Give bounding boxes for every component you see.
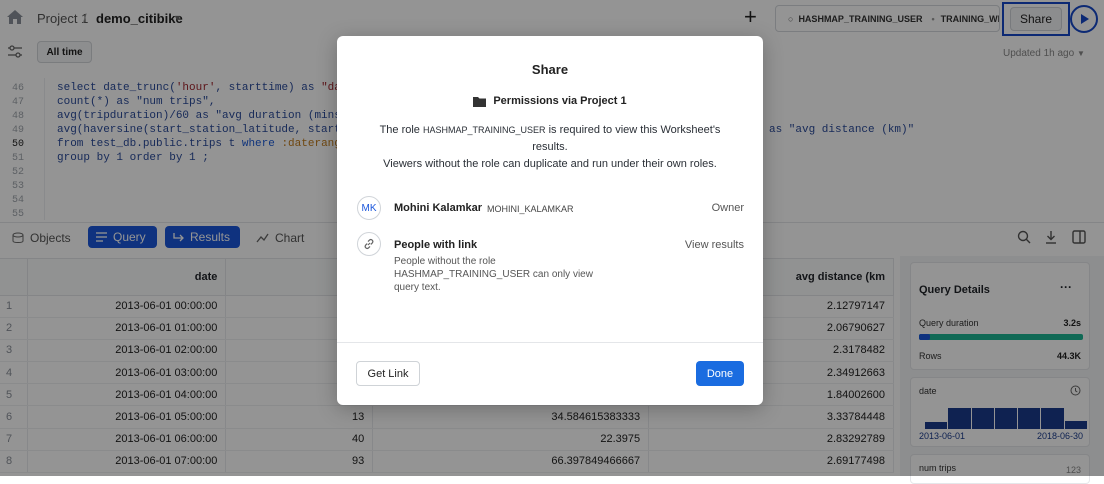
link-icon (357, 232, 381, 256)
dialog-title: Share (531, 62, 569, 77)
link-access-description: People without the role HASHMAP_TRAINING… (394, 256, 593, 293)
owner-name: Mohini Kalamkar (394, 202, 483, 214)
owner-role-label: Owner (711, 202, 744, 214)
link-permission-select[interactable]: View results (685, 239, 744, 251)
get-link-button[interactable]: Get Link (356, 361, 420, 386)
owner-username: MOHINI_KALAMKAR (487, 204, 574, 214)
role-requirement-text: The role HASHMAP_TRAINING_USER is requir… (379, 124, 721, 170)
avatar: MK (357, 196, 381, 220)
dialog-divider (337, 342, 763, 343)
done-button[interactable]: Done (696, 361, 744, 386)
permissions-heading: Permissions via Project 1 (337, 95, 763, 107)
permissions-text: Permissions via Project 1 (493, 95, 627, 107)
folder-icon (473, 96, 487, 107)
link-access-title: People with link (394, 239, 478, 251)
share-dialog: Share Permissions via Project 1 The role… (337, 36, 763, 405)
